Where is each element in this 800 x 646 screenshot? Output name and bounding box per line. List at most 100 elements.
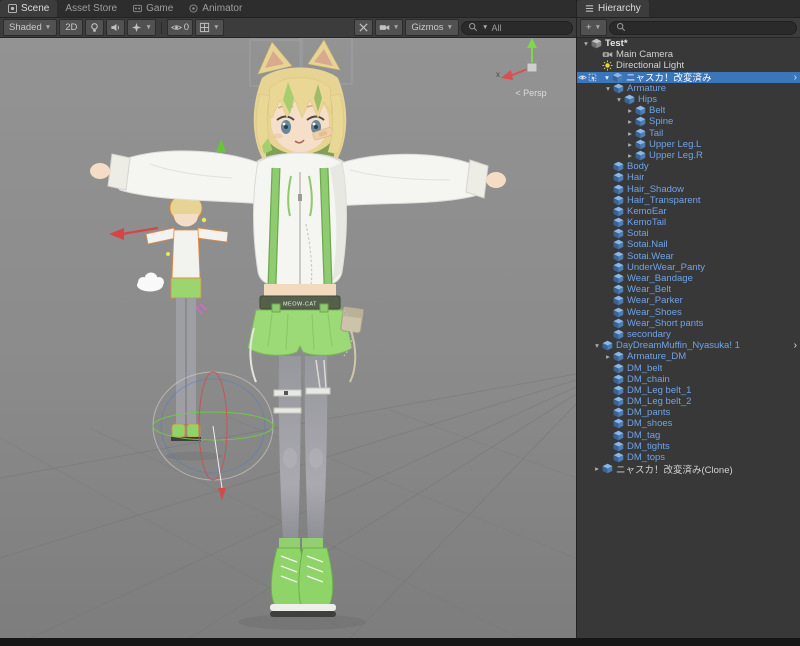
tab-game[interactable]: Game [125,0,181,17]
expand-arrow-icon[interactable]: ▸ [625,105,635,116]
collapse-arrow-icon[interactable]: ▾ [603,83,613,94]
hierarchy-row[interactable]: Body [577,161,800,172]
hierarchy-item-label: Sotai.Wear [627,250,674,262]
effects-dropdown[interactable]: ▼ [127,19,156,36]
tab-animator[interactable]: Animator [181,0,250,17]
hierarchy-item-label: DM_belt [627,362,663,374]
prefab-cube-icon [635,128,646,139]
grid-dropdown[interactable]: ▼ [195,19,224,36]
2d-toggle-button[interactable]: 2D [59,19,84,36]
speaker-icon [110,22,121,33]
hierarchy-item-label: Wear_Short pants [627,317,704,329]
hierarchy-row[interactable]: ▸ Tail [577,128,800,139]
hierarchy-row[interactable]: ▾ Hips [577,94,800,105]
audio-toggle-button[interactable] [106,19,126,36]
tools-cross-icon [358,22,369,33]
hierarchy-item-label: DM_chain [627,373,670,385]
scene-tab-icon [8,4,17,13]
hierarchy-row[interactable]: Wear_Belt [577,284,800,295]
light-icon [602,60,613,72]
prefab-cube-icon [612,72,623,83]
hierarchy-row[interactable]: DM_belt [577,362,800,374]
expand-arrow-icon[interactable]: ▸ [592,463,602,474]
tab-asset-store-label: Asset Store [65,3,118,14]
collapse-arrow-icon[interactable]: ▾ [602,72,612,83]
hierarchy-row[interactable]: DM_Leg belt_2 [577,396,800,407]
prefab-cube-icon [613,430,624,441]
shading-mode-label: Shaded [9,22,42,33]
scene-tools-button[interactable] [353,19,373,36]
hierarchy-row[interactable]: Sotai.Nail [577,239,800,250]
hierarchy-row[interactable]: DM_tag [577,430,800,441]
hierarchy-tree: ▾ Test* Main Camera Directional Light ▾ ニャスカ！… [577,38,800,638]
hierarchy-row[interactable]: ▸ Upper Leg.L [577,139,800,150]
hierarchy-row[interactable]: ▸ Upper Leg.R [577,150,800,161]
hierarchy-row[interactable]: UnderWear_Panty [577,262,800,273]
hierarchy-row[interactable]: DM_chain [577,374,800,385]
gizmos-dropdown[interactable]: Gizmos ▼ [405,19,459,36]
hierarchy-row[interactable]: Hair_Transparent [577,195,800,206]
hierarchy-row[interactable]: ▾ Armature [577,83,800,94]
hierarchy-row[interactable]: ▾ DayDreamMuffin_Nyasuka! 1 › [577,340,800,351]
hierarchy-row[interactable]: Main Camera [577,49,800,60]
eye-icon[interactable] [578,73,587,82]
hierarchy-row[interactable]: DM_pants [577,407,800,418]
lighting-toggle-button[interactable] [85,19,105,36]
tab-asset-store[interactable]: Asset Store [57,0,125,17]
expand-arrow-icon[interactable]: ▸ [625,116,635,127]
hierarchy-row[interactable]: ▸ Armature_DM [577,351,800,362]
scene-viewport[interactable]: MEOW-CAT x < Persp [0,38,576,638]
hierarchy-row[interactable]: Wear_Parker [577,295,800,306]
expand-arrow-icon[interactable]: ▸ [625,128,635,139]
hierarchy-row[interactable]: Sotai.Wear [577,251,800,262]
open-prefab-arrow[interactable]: › [794,72,797,83]
tab-hierarchy[interactable]: Hierarchy [577,0,649,17]
expand-arrow-icon[interactable]: ▸ [625,139,635,150]
hierarchy-row[interactable]: Wear_Bandage [577,273,800,284]
scene-search-input[interactable]: ▼ All [461,20,573,35]
hierarchy-row[interactable]: DM_tights [577,441,800,452]
prefab-cube-icon [613,161,624,172]
hierarchy-item-label: Sotai.Nail [627,239,668,251]
hierarchy-row[interactable]: KemoTail [577,217,800,228]
hierarchy-row[interactable]: KemoEar [577,206,800,217]
hierarchy-row[interactable]: Hair_Shadow [577,183,800,195]
hierarchy-row[interactable]: secondary [577,329,800,340]
hierarchy-search-input[interactable] [609,20,797,35]
create-object-button[interactable]: + ▼ [580,19,607,36]
hierarchy-row[interactable]: Hair [577,172,800,183]
collapse-arrow-icon[interactable]: ▾ [581,38,591,49]
hierarchy-row[interactable]: Wear_Short pants [577,318,800,329]
open-prefab-arrow[interactable]: › [794,340,797,351]
hierarchy-row[interactable]: ▾ Test* [577,38,800,49]
chevron-down-icon: ▼ [44,24,52,31]
collapse-arrow-icon[interactable]: ▾ [614,94,624,105]
visibility-gutter[interactable] [578,73,597,82]
prefab-cube-icon [613,184,624,195]
tab-scene[interactable]: Scene [0,0,58,17]
hierarchy-item-label: DM_shoes [627,418,673,430]
hierarchy-row[interactable]: ▸ Belt [577,105,800,116]
scene-visibility-toggle[interactable]: 0 [166,19,194,36]
eye-icon [170,22,182,33]
hierarchy-row[interactable]: DM_shoes [577,418,800,429]
pick-icon[interactable] [588,73,597,82]
prefab-cube-icon [613,329,624,340]
scene-camera-dropdown[interactable]: ▼ [374,19,404,36]
hierarchy-row[interactable]: Wear_Shoes [577,307,800,318]
expand-arrow-icon[interactable]: ▸ [603,351,613,362]
hierarchy-row[interactable]: Sotai [577,228,800,239]
hierarchy-row[interactable]: DM_Leg belt_1 [577,385,800,396]
collapse-arrow-icon[interactable]: ▾ [592,340,602,351]
shading-mode-dropdown[interactable]: Shaded ▼ [3,19,58,36]
hierarchy-row[interactable]: ▸ ニャスカ！改変済み(Clone) [577,463,800,476]
persp-label[interactable]: < Persp [515,88,546,98]
hierarchy-row[interactable]: ▸ Spine [577,116,800,127]
gizmos-label: Gizmos [411,22,444,33]
expand-arrow-icon[interactable]: ▸ [625,150,635,161]
hierarchy-row[interactable]: ▾ ニャスカ！改変済み › [577,71,800,84]
hierarchy-item-label: Upper Leg.R [649,149,703,161]
hierarchy-item-label: UnderWear_Panty [627,261,705,273]
prefab-cube-icon [635,105,646,116]
hierarchy-item-label: KemoEar [627,205,667,217]
